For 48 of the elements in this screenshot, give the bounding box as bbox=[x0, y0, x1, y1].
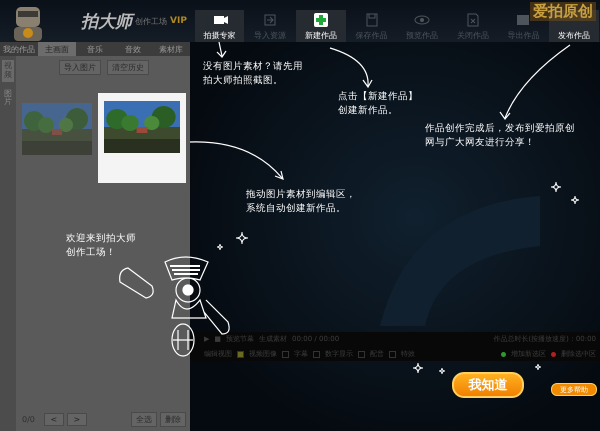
previous-button[interactable]: < bbox=[44, 413, 64, 426]
sparkle-icon bbox=[570, 196, 580, 204]
arrow bbox=[330, 47, 373, 88]
track-checkbox[interactable] bbox=[282, 350, 289, 358]
document-close-icon bbox=[464, 12, 481, 28]
arrow bbox=[216, 42, 226, 58]
app-subtitle: 创作工场 bbox=[135, 16, 167, 26]
panel-tab[interactable]: 主画面 bbox=[38, 42, 76, 56]
panel-tab[interactable]: 音效 bbox=[114, 42, 152, 56]
track-checkbox[interactable] bbox=[313, 350, 320, 358]
next-button[interactable]: > bbox=[66, 413, 87, 426]
toolbar-button[interactable]: 拍摄专家 bbox=[194, 10, 244, 42]
sparkle-icon bbox=[438, 368, 446, 374]
toolbar-button[interactable]: 导入资源 bbox=[245, 10, 296, 42]
sparkle-icon bbox=[236, 232, 248, 244]
panel-button[interactable]: 导入图片 bbox=[59, 60, 101, 75]
sparkle-icon bbox=[550, 182, 562, 192]
plus-icon bbox=[312, 12, 329, 28]
vip-label: VIP bbox=[170, 16, 187, 26]
panel-tab[interactable]: 音乐 bbox=[76, 42, 114, 56]
toolbar-button[interactable]: 预览作品 bbox=[397, 10, 447, 42]
dismiss-button[interactable]: 我知道 bbox=[452, 372, 524, 398]
track-checkbox[interactable] bbox=[237, 350, 244, 358]
footer-button[interactable]: 全选 bbox=[131, 412, 157, 427]
thumbnail-card[interactable] bbox=[22, 103, 94, 155]
track-checkbox[interactable] bbox=[389, 350, 396, 358]
panel-tab[interactable]: 素材库 bbox=[152, 42, 190, 56]
panel-button[interactable]: 清空历史 bbox=[107, 60, 149, 75]
guide-note: 欢迎来到拍大师创作工场！ bbox=[66, 232, 136, 260]
toolbar-button[interactable]: 新建作品 bbox=[296, 10, 346, 42]
guide-note: 点击【新建作品】创建新作品。 bbox=[338, 90, 418, 118]
track-checkbox[interactable] bbox=[358, 350, 365, 358]
thumbnail-card[interactable] bbox=[98, 93, 186, 183]
side-tab[interactable]: 图片 bbox=[2, 88, 14, 110]
document-icon bbox=[515, 12, 532, 28]
floppy-icon bbox=[364, 12, 380, 28]
toolbar-button[interactable]: 保存作品 bbox=[346, 10, 396, 42]
footer-button[interactable]: 删除 bbox=[160, 412, 186, 427]
brand-logo: 爱拍原创 bbox=[530, 2, 596, 21]
sparkle-icon bbox=[534, 364, 542, 370]
guide-note: 作品创作完成后，发布到爱拍原创网与广大网友进行分享！ bbox=[425, 122, 576, 150]
sparkle-icon bbox=[412, 362, 424, 374]
import-icon bbox=[262, 12, 278, 28]
toolbar-button[interactable]: 关闭作品 bbox=[448, 10, 498, 42]
sparkle-icon bbox=[216, 244, 224, 250]
guide-note: 拖动图片素材到编辑区，系统自动创建新作品。 bbox=[246, 188, 357, 216]
guide-note: 没有图片素材？请先用拍大师拍照截图。 bbox=[203, 60, 303, 88]
panel-tab[interactable]: 我的作品 bbox=[0, 42, 38, 56]
